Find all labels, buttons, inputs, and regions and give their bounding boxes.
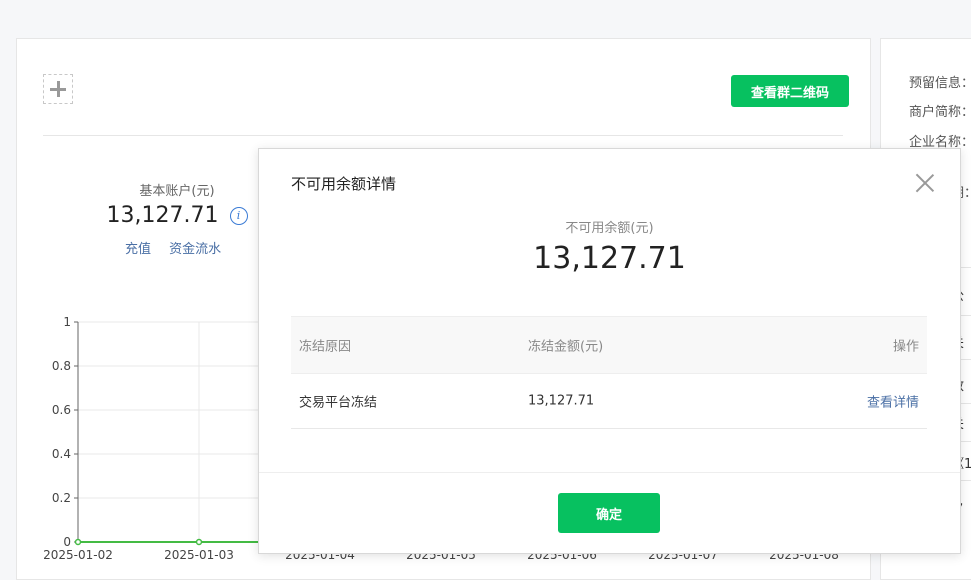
- view-group-qr-button[interactable]: 查看群二维码: [731, 75, 849, 107]
- divider: [259, 472, 960, 473]
- freeze-reason: 交易平台冻结: [299, 395, 378, 411]
- recharge-link[interactable]: 充值: [125, 242, 151, 257]
- account-links: 充值 资金流水: [125, 238, 235, 257]
- reserved-info-label: 预留信息：: [909, 76, 971, 91]
- close-icon[interactable]: [915, 173, 935, 193]
- unavailable-balance-amount: 13,127.71: [533, 241, 686, 276]
- column-header-action: 操作: [892, 339, 919, 355]
- freeze-table: 冻结原因 冻结金额(元) 操作 交易平台冻结 13,127.71 查看详情: [291, 316, 927, 429]
- unavailable-balance-label: 不可用余额(元): [565, 221, 654, 236]
- merchant-short-name-label: 商户简称：: [909, 105, 971, 120]
- account-amount: 13,127.71: [106, 203, 219, 228]
- fund-flow-link[interactable]: 资金流水: [169, 242, 221, 257]
- unavailable-balance-dialog: 不可用余额详情 不可用余额(元) 13,127.71 冻结原因 冻结金额(元) …: [258, 148, 961, 554]
- view-details-link[interactable]: 查看详情: [867, 392, 919, 411]
- divider: [43, 135, 843, 136]
- add-icon[interactable]: [43, 74, 73, 104]
- table-header: 冻结原因 冻结金额(元) 操作: [291, 316, 927, 374]
- table-row: 交易平台冻结 13,127.71 查看详情: [291, 374, 927, 429]
- column-header-reason: 冻结原因: [299, 339, 352, 355]
- column-header-amount: 冻结金额(元): [528, 339, 604, 355]
- freeze-amount: 13,127.71: [528, 393, 595, 409]
- dialog-title: 不可用余额详情: [291, 175, 397, 193]
- confirm-button[interactable]: 确定: [558, 493, 660, 533]
- info-icon[interactable]: i: [229, 206, 248, 225]
